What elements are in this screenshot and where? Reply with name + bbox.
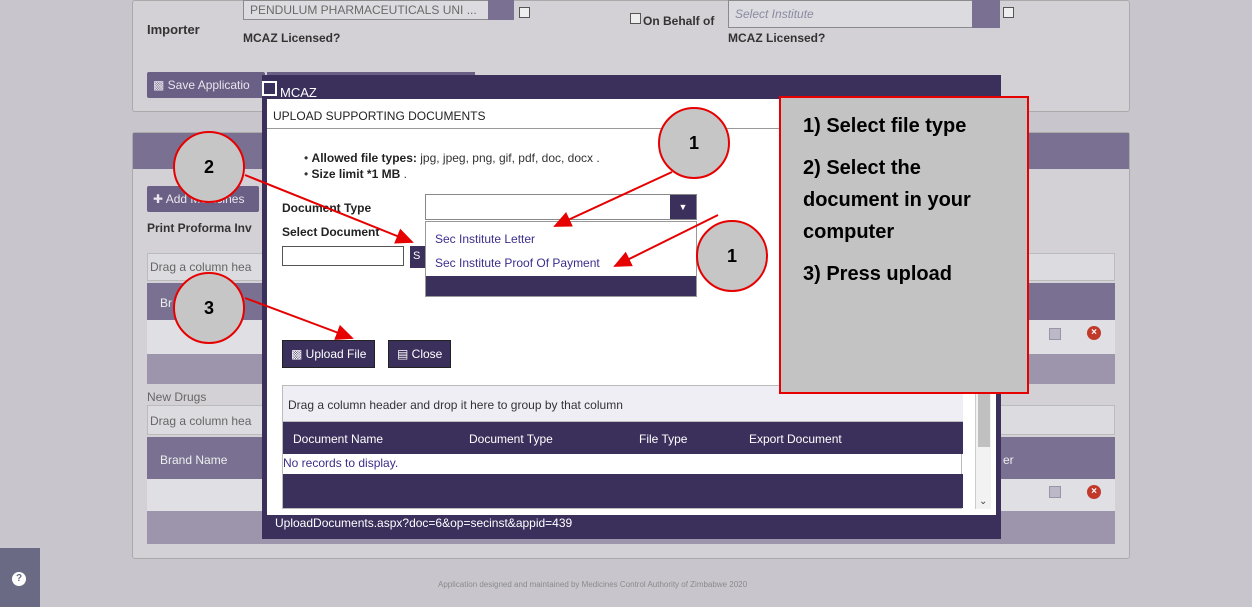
instruction-step-2: 2) Select the document in your computer bbox=[803, 157, 971, 243]
mcaz-licensed-label: MCAZ Licensed? bbox=[243, 31, 341, 45]
footer-text: Application designed and maintained by M… bbox=[438, 580, 748, 589]
new-drugs-label: New Drugs bbox=[147, 390, 207, 404]
window-icon bbox=[262, 81, 277, 96]
dropdown-option-letter[interactable]: Sec Institute Letter bbox=[435, 232, 535, 246]
grid-footer bbox=[283, 474, 963, 508]
grid-header-br: Br bbox=[160, 296, 172, 310]
column-document-name[interactable]: Document Name bbox=[293, 432, 383, 446]
allowed-types-text: • Allowed file types: jpg, jpeg, png, gi… bbox=[304, 151, 600, 165]
importer-select[interactable]: PENDULUM PHARMACEUTICALS UNI ... bbox=[243, 0, 514, 20]
scrollbar-thumb[interactable] bbox=[978, 387, 990, 447]
step-circle-3: 3 bbox=[173, 272, 245, 344]
file-path-input[interactable] bbox=[282, 246, 404, 266]
instructions-callout: 1) Select file type 2) Select the docume… bbox=[779, 96, 1029, 394]
step-circle-1b: 1 bbox=[696, 220, 768, 292]
no-records-text: No records to display. bbox=[283, 456, 399, 470]
grid-header-row: Document Name Document Type File Type Ex… bbox=[283, 422, 963, 454]
documents-grid: Drag a column header and drop it here to… bbox=[282, 385, 963, 509]
save-application-button[interactable]: ▩ Save Applicatio bbox=[147, 72, 265, 98]
column-file-type[interactable]: File Type bbox=[639, 432, 687, 446]
allowed-types-value: jpg, jpeg, png, gif, pdf, doc, docx . bbox=[416, 151, 600, 165]
edit-icon-2[interactable] bbox=[1049, 486, 1061, 498]
dropdown-option-payment[interactable]: Sec Institute Proof Of Payment bbox=[435, 256, 600, 270]
delete-icon-2[interactable]: × bbox=[1087, 485, 1101, 499]
screenshot-stage: Importer PENDULUM PHARMACEUTICALS UNI ..… bbox=[0, 0, 1252, 607]
dropdown-footer bbox=[426, 276, 696, 296]
importer-label: Importer bbox=[147, 22, 200, 37]
on-behalf-label: On Behalf of bbox=[643, 14, 715, 28]
size-limit-text: • Size limit *1 MB . bbox=[304, 167, 407, 181]
brand-name-header: Brand Name bbox=[160, 453, 228, 467]
institute-select[interactable]: Select Institute bbox=[728, 0, 1000, 28]
importer-licensed-checkbox[interactable] bbox=[519, 7, 530, 18]
document-type-select[interactable]: ▼ bbox=[425, 194, 697, 220]
size-limit-suffix: . bbox=[400, 167, 407, 181]
document-type-label: Document Type bbox=[282, 201, 372, 215]
allowed-types-label: Allowed file types: bbox=[311, 151, 417, 165]
mcaz-licensed-label-2: MCAZ Licensed? bbox=[728, 31, 826, 45]
help-button[interactable]: ? bbox=[0, 548, 40, 607]
select-document-label: Select Document bbox=[282, 225, 380, 239]
delete-icon[interactable]: × bbox=[1087, 326, 1101, 340]
size-limit-label: Size limit *1 MB bbox=[311, 167, 401, 181]
step-circle-1a: 1 bbox=[658, 107, 730, 179]
column-document-type[interactable]: Document Type bbox=[469, 432, 553, 446]
close-button[interactable]: ▤ Close bbox=[388, 340, 452, 368]
status-url: UploadDocuments.aspx?doc=6&op=secinst&ap… bbox=[275, 516, 573, 530]
instruction-step-1: 1) Select file type bbox=[803, 115, 967, 137]
grid-header-er: er bbox=[1003, 453, 1014, 467]
print-proforma-link[interactable]: Print Proforma Inv bbox=[147, 221, 252, 235]
importer-select-arrow[interactable] bbox=[488, 0, 514, 20]
scroll-down-icon[interactable]: ⌄ bbox=[979, 496, 987, 507]
step-circle-2: 2 bbox=[173, 131, 245, 203]
chevron-down-icon[interactable]: ▼ bbox=[670, 195, 696, 219]
instruction-step-3: 3) Press upload bbox=[803, 263, 952, 285]
drag-hint-2: Drag a column hea bbox=[150, 414, 252, 428]
modal-scrollbar[interactable]: ⌄ bbox=[975, 385, 991, 509]
institute-licensed-checkbox[interactable] bbox=[1003, 7, 1014, 18]
document-type-dropdown: Sec Institute Letter Sec Institute Proof… bbox=[425, 221, 697, 297]
institute-select-arrow[interactable] bbox=[972, 0, 1000, 28]
question-icon: ? bbox=[12, 572, 26, 586]
column-export-document[interactable]: Export Document bbox=[749, 432, 842, 446]
upload-file-button[interactable]: ▩ Upload File bbox=[282, 340, 376, 368]
on-behalf-checkbox[interactable] bbox=[630, 13, 641, 24]
edit-icon[interactable] bbox=[1049, 328, 1061, 340]
